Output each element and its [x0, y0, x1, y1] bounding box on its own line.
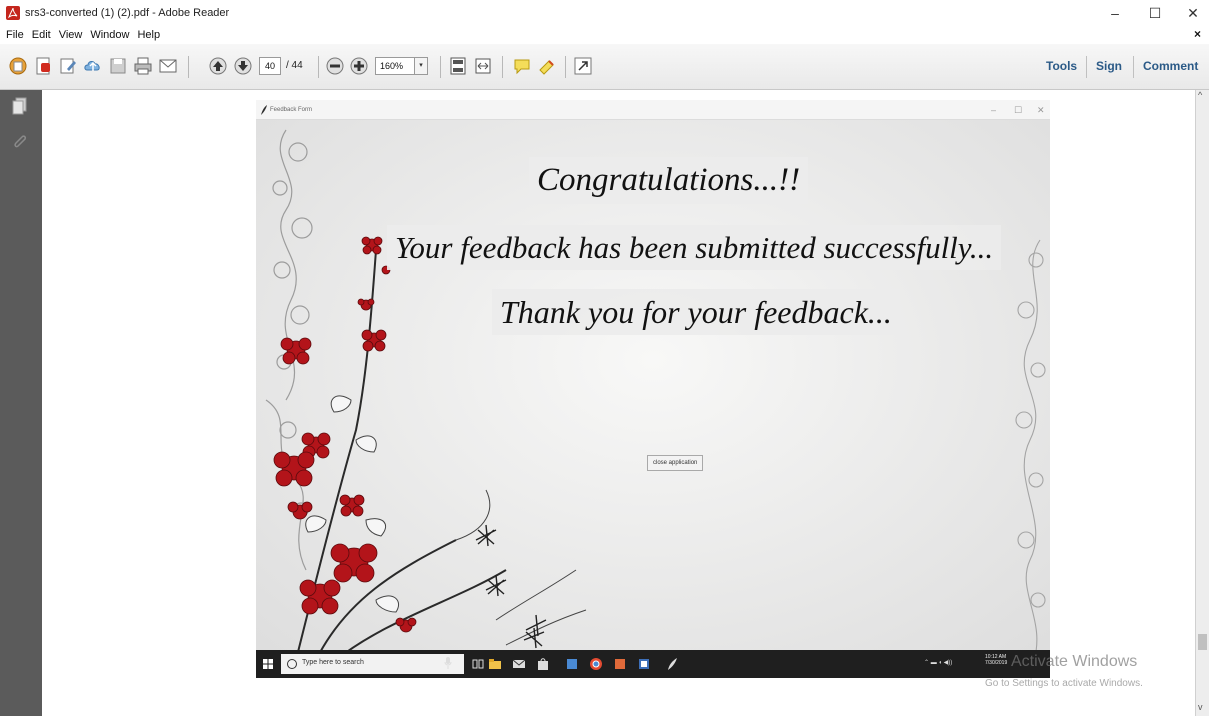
fullscreen-icon[interactable] — [573, 56, 593, 76]
create-pdf-icon[interactable] — [8, 56, 28, 76]
toolbar-separator — [565, 56, 566, 78]
activate-windows-watermark: Activate Windows — [1011, 653, 1138, 670]
zoom-in-icon[interactable] — [349, 56, 369, 76]
feather-app-icon[interactable] — [666, 658, 678, 670]
task-view-icon[interactable] — [472, 658, 484, 670]
export-pdf-icon[interactable] — [33, 56, 53, 76]
taskbar-date: 7/30/2019 — [985, 660, 1008, 666]
navigation-pane — [0, 90, 42, 716]
comment-link[interactable]: Comment — [1143, 59, 1198, 73]
file-explorer-icon[interactable] — [489, 658, 501, 670]
feedback-maximize-button[interactable]: ☐ — [1014, 100, 1022, 120]
feedback-window-titlebar: Feedback Form – ☐ ✕ — [256, 100, 1050, 120]
toolbar-separator — [502, 56, 503, 78]
cortana-icon — [287, 659, 297, 669]
system-tray-icons[interactable]: ⌃ ▬ ◖ ◀)) — [924, 659, 952, 666]
toolbar-separator — [440, 56, 441, 78]
congratulations-label: Congratulations...!! — [529, 157, 809, 204]
attachments-icon[interactable] — [10, 132, 30, 152]
highlight-icon[interactable] — [537, 56, 557, 76]
feather-icon — [261, 105, 267, 115]
feedback-submitted-label: Your feedback has been submitted success… — [387, 225, 1002, 270]
edit-pdf-icon[interactable] — [58, 56, 78, 76]
cloud-upload-icon[interactable] — [83, 56, 103, 76]
mail-icon[interactable] — [513, 658, 525, 670]
toolbar-separator — [318, 56, 319, 78]
window-title: srs3-converted (1) (2).pdf - Adobe Reade… — [25, 7, 230, 19]
close-button[interactable]: ✕ — [1178, 4, 1208, 22]
page-number-input[interactable]: 40 — [259, 57, 281, 75]
save-icon[interactable] — [108, 56, 128, 76]
store-icon[interactable] — [537, 658, 549, 670]
vertical-scrollbar[interactable]: ^ v — [1195, 90, 1209, 716]
title-bar: srs3-converted (1) (2).pdf - Adobe Reade… — [0, 0, 1209, 26]
tools-link[interactable]: Tools — [1046, 59, 1077, 73]
comment-bubble-icon[interactable] — [512, 56, 532, 76]
feedback-close-button[interactable]: ✕ — [1037, 100, 1045, 120]
menu-file[interactable]: File — [0, 29, 28, 41]
page-total: / 44 — [286, 60, 303, 71]
app-icon-orange[interactable] — [614, 658, 626, 670]
app-icon-blue-doc[interactable] — [638, 658, 650, 670]
taskbar-search-box[interactable]: Type here to search — [281, 654, 464, 674]
scrollbar-thumb[interactable] — [1198, 634, 1207, 650]
next-page-icon[interactable] — [233, 56, 253, 76]
email-icon[interactable] — [158, 56, 178, 76]
feedback-window-title: Feedback Form — [270, 107, 313, 113]
fit-page-icon[interactable] — [448, 56, 468, 76]
zoom-level-input[interactable]: 160% — [375, 57, 415, 75]
activate-windows-subtext: Go to Settings to activate Windows. — [985, 678, 1143, 689]
fit-width-icon[interactable] — [473, 56, 493, 76]
taskbar-search-placeholder: Type here to search — [302, 659, 364, 666]
maximize-button[interactable]: ☐ — [1140, 4, 1170, 22]
menu-edit[interactable]: Edit — [28, 29, 55, 41]
menu-view[interactable]: View — [55, 29, 87, 41]
thank-you-label: Thank you for your feedback... — [492, 289, 900, 335]
taskbar-clock[interactable]: 10:12 AM 7/30/2019 — [985, 654, 1007, 666]
scroll-down-icon[interactable]: v — [1198, 702, 1203, 712]
menu-window[interactable]: Window — [86, 29, 133, 41]
close-application-button[interactable]: close application — [647, 455, 704, 471]
print-icon[interactable] — [133, 56, 153, 76]
zoom-dropdown-button[interactable]: ▾ — [415, 57, 428, 75]
adobe-reader-icon — [6, 6, 20, 20]
sign-link[interactable]: Sign — [1096, 59, 1122, 73]
app-icon-blue[interactable] — [566, 658, 578, 670]
toolbar-separator — [1133, 56, 1134, 78]
feedback-minimize-button[interactable]: – — [991, 100, 996, 120]
zoom-out-icon[interactable] — [325, 56, 345, 76]
microphone-icon[interactable] — [444, 657, 452, 669]
toolbar-separator — [188, 56, 189, 78]
document-close-button[interactable]: × — [1194, 27, 1201, 41]
menu-help[interactable]: Help — [133, 29, 164, 41]
pdf-page-image: Feedback Form – ☐ ✕ Congratulations...!!… — [256, 100, 1050, 678]
chrome-icon[interactable] — [590, 658, 602, 670]
previous-page-icon[interactable] — [208, 56, 228, 76]
menu-bar: File Edit View Window Help × — [0, 26, 1209, 44]
pages-thumbnail-icon[interactable] — [10, 96, 30, 116]
minimize-button[interactable]: – — [1100, 4, 1130, 22]
scroll-up-icon[interactable]: ^ — [1198, 90, 1202, 100]
toolbar: 40 / 44 160% ▾ Tools Sign Comment — [0, 44, 1209, 90]
adobe-reader-window: srs3-converted (1) (2).pdf - Adobe Reade… — [0, 0, 1209, 716]
toolbar-separator — [1086, 56, 1087, 78]
windows-start-icon[interactable] — [263, 659, 273, 669]
windows-taskbar: Type here to search ⌃ ▬ ◖ ◀)) 10:12 AM 7… — [256, 650, 1050, 678]
